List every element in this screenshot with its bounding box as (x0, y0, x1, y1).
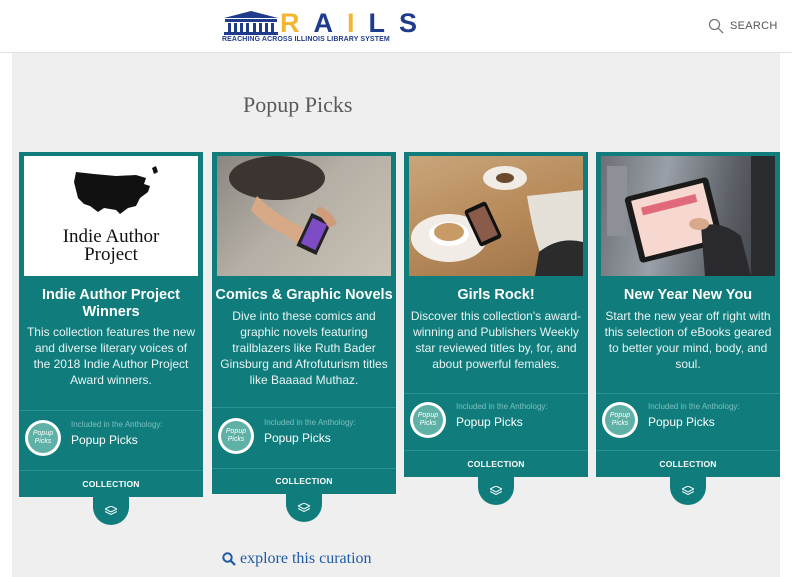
anthology-avatar: Popup Picks (218, 418, 254, 454)
anthology-avatar: Popup Picks (25, 420, 61, 456)
collection-card-girls-rock[interactable]: Girls Rock! Discover this collection's a… (404, 152, 588, 505)
layers-icon (298, 503, 310, 513)
card-description: Discover this collection's award-winning… (410, 309, 582, 371)
rails-logo[interactable]: RAILS REACHING ACROSS ILLINOIS LIBRARY S… (222, 8, 417, 48)
explore-link-label: explore this curation (240, 550, 372, 567)
card-image (217, 156, 391, 276)
card-title: Girls Rock! (457, 287, 535, 303)
coffee-phone-image (411, 166, 583, 276)
anthology-avatar: Popup Picks (410, 402, 446, 438)
anthology-avatar: Popup Picks (602, 402, 638, 438)
card-divider (212, 468, 396, 469)
anthology-label: Included in the Anthology: (71, 420, 163, 429)
anthology-name: Popup Picks (456, 415, 523, 429)
card-description: This collection features the new and div… (26, 325, 196, 387)
anthology-label: Included in the Anthology: (648, 402, 740, 411)
card-divider (404, 393, 588, 394)
collection-badge: COLLECTION (467, 459, 525, 469)
card-divider (19, 470, 203, 471)
search-icon (222, 552, 236, 566)
layers-icon (682, 486, 694, 496)
card-divider (404, 450, 588, 451)
anthology-name: Popup Picks (264, 431, 331, 445)
search-button[interactable]: SEARCH (708, 18, 778, 34)
card-image (409, 156, 583, 276)
card-divider (212, 407, 396, 408)
popup-picks-logo: Popup Picks (605, 405, 635, 435)
layers-icon (490, 486, 502, 496)
collection-badge: COLLECTION (275, 476, 333, 486)
logo-tagline: REACHING ACROSS ILLINOIS LIBRARY SYSTEM (222, 36, 390, 43)
anthology-label: Included in the Anthology: (456, 402, 548, 411)
card-divider (596, 393, 780, 394)
popup-picks-logo: Popup Picks (28, 423, 58, 453)
image-text-project: Project (84, 244, 138, 265)
card-title: Indie Author Project Winners (41, 287, 181, 320)
anthology-name: Popup Picks (71, 433, 138, 447)
card-description: Dive into these comics and graphic novel… (220, 309, 388, 387)
library-building-icon (224, 11, 278, 35)
layers-icon (105, 506, 117, 516)
collection-badge: COLLECTION (659, 459, 717, 469)
collection-card-indie-author[interactable]: Indie Author Project Indie Author Projec… (19, 152, 203, 525)
popup-picks-logo: Popup Picks (221, 421, 251, 451)
logo-wordmark: RAILS (280, 8, 432, 38)
card-divider (19, 410, 203, 411)
search-label: SEARCH (730, 20, 778, 32)
anthology-name: Popup Picks (648, 415, 715, 429)
search-icon (708, 18, 724, 34)
anthology-link[interactable]: Popup Picks Included in the Anthology: P… (216, 416, 392, 464)
card-divider (596, 450, 780, 451)
collection-card-comics[interactable]: Comics & Graphic Novels Dive into these … (212, 152, 396, 522)
collection-card-new-year[interactable]: New Year New You Start the new year off … (596, 152, 780, 505)
anthology-label: Included in the Anthology: (264, 418, 356, 427)
site-header: RAILS REACHING ACROSS ILLINOIS LIBRARY S… (0, 0, 792, 53)
card-description: Start the new year off right with this s… (604, 309, 772, 371)
explore-curation-link[interactable]: explore this curation (222, 550, 372, 568)
anthology-link[interactable]: Popup Picks Included in the Anthology: P… (23, 418, 199, 466)
popup-picks-logo: Popup Picks (413, 405, 443, 435)
collection-badge: COLLECTION (82, 479, 140, 489)
phone-comic-image (229, 156, 337, 255)
card-title: New Year New You (623, 287, 753, 303)
page-title: Popup Picks (243, 92, 353, 117)
tablet-reading-image (607, 156, 775, 276)
card-image: Indie Author Project (24, 156, 198, 276)
card-image (601, 156, 775, 276)
card-title: Comics & Graphic Novels (215, 287, 393, 303)
anthology-link[interactable]: Popup Picks Included in the Anthology: P… (600, 400, 776, 448)
anthology-link[interactable]: Popup Picks Included in the Anthology: P… (408, 400, 584, 448)
